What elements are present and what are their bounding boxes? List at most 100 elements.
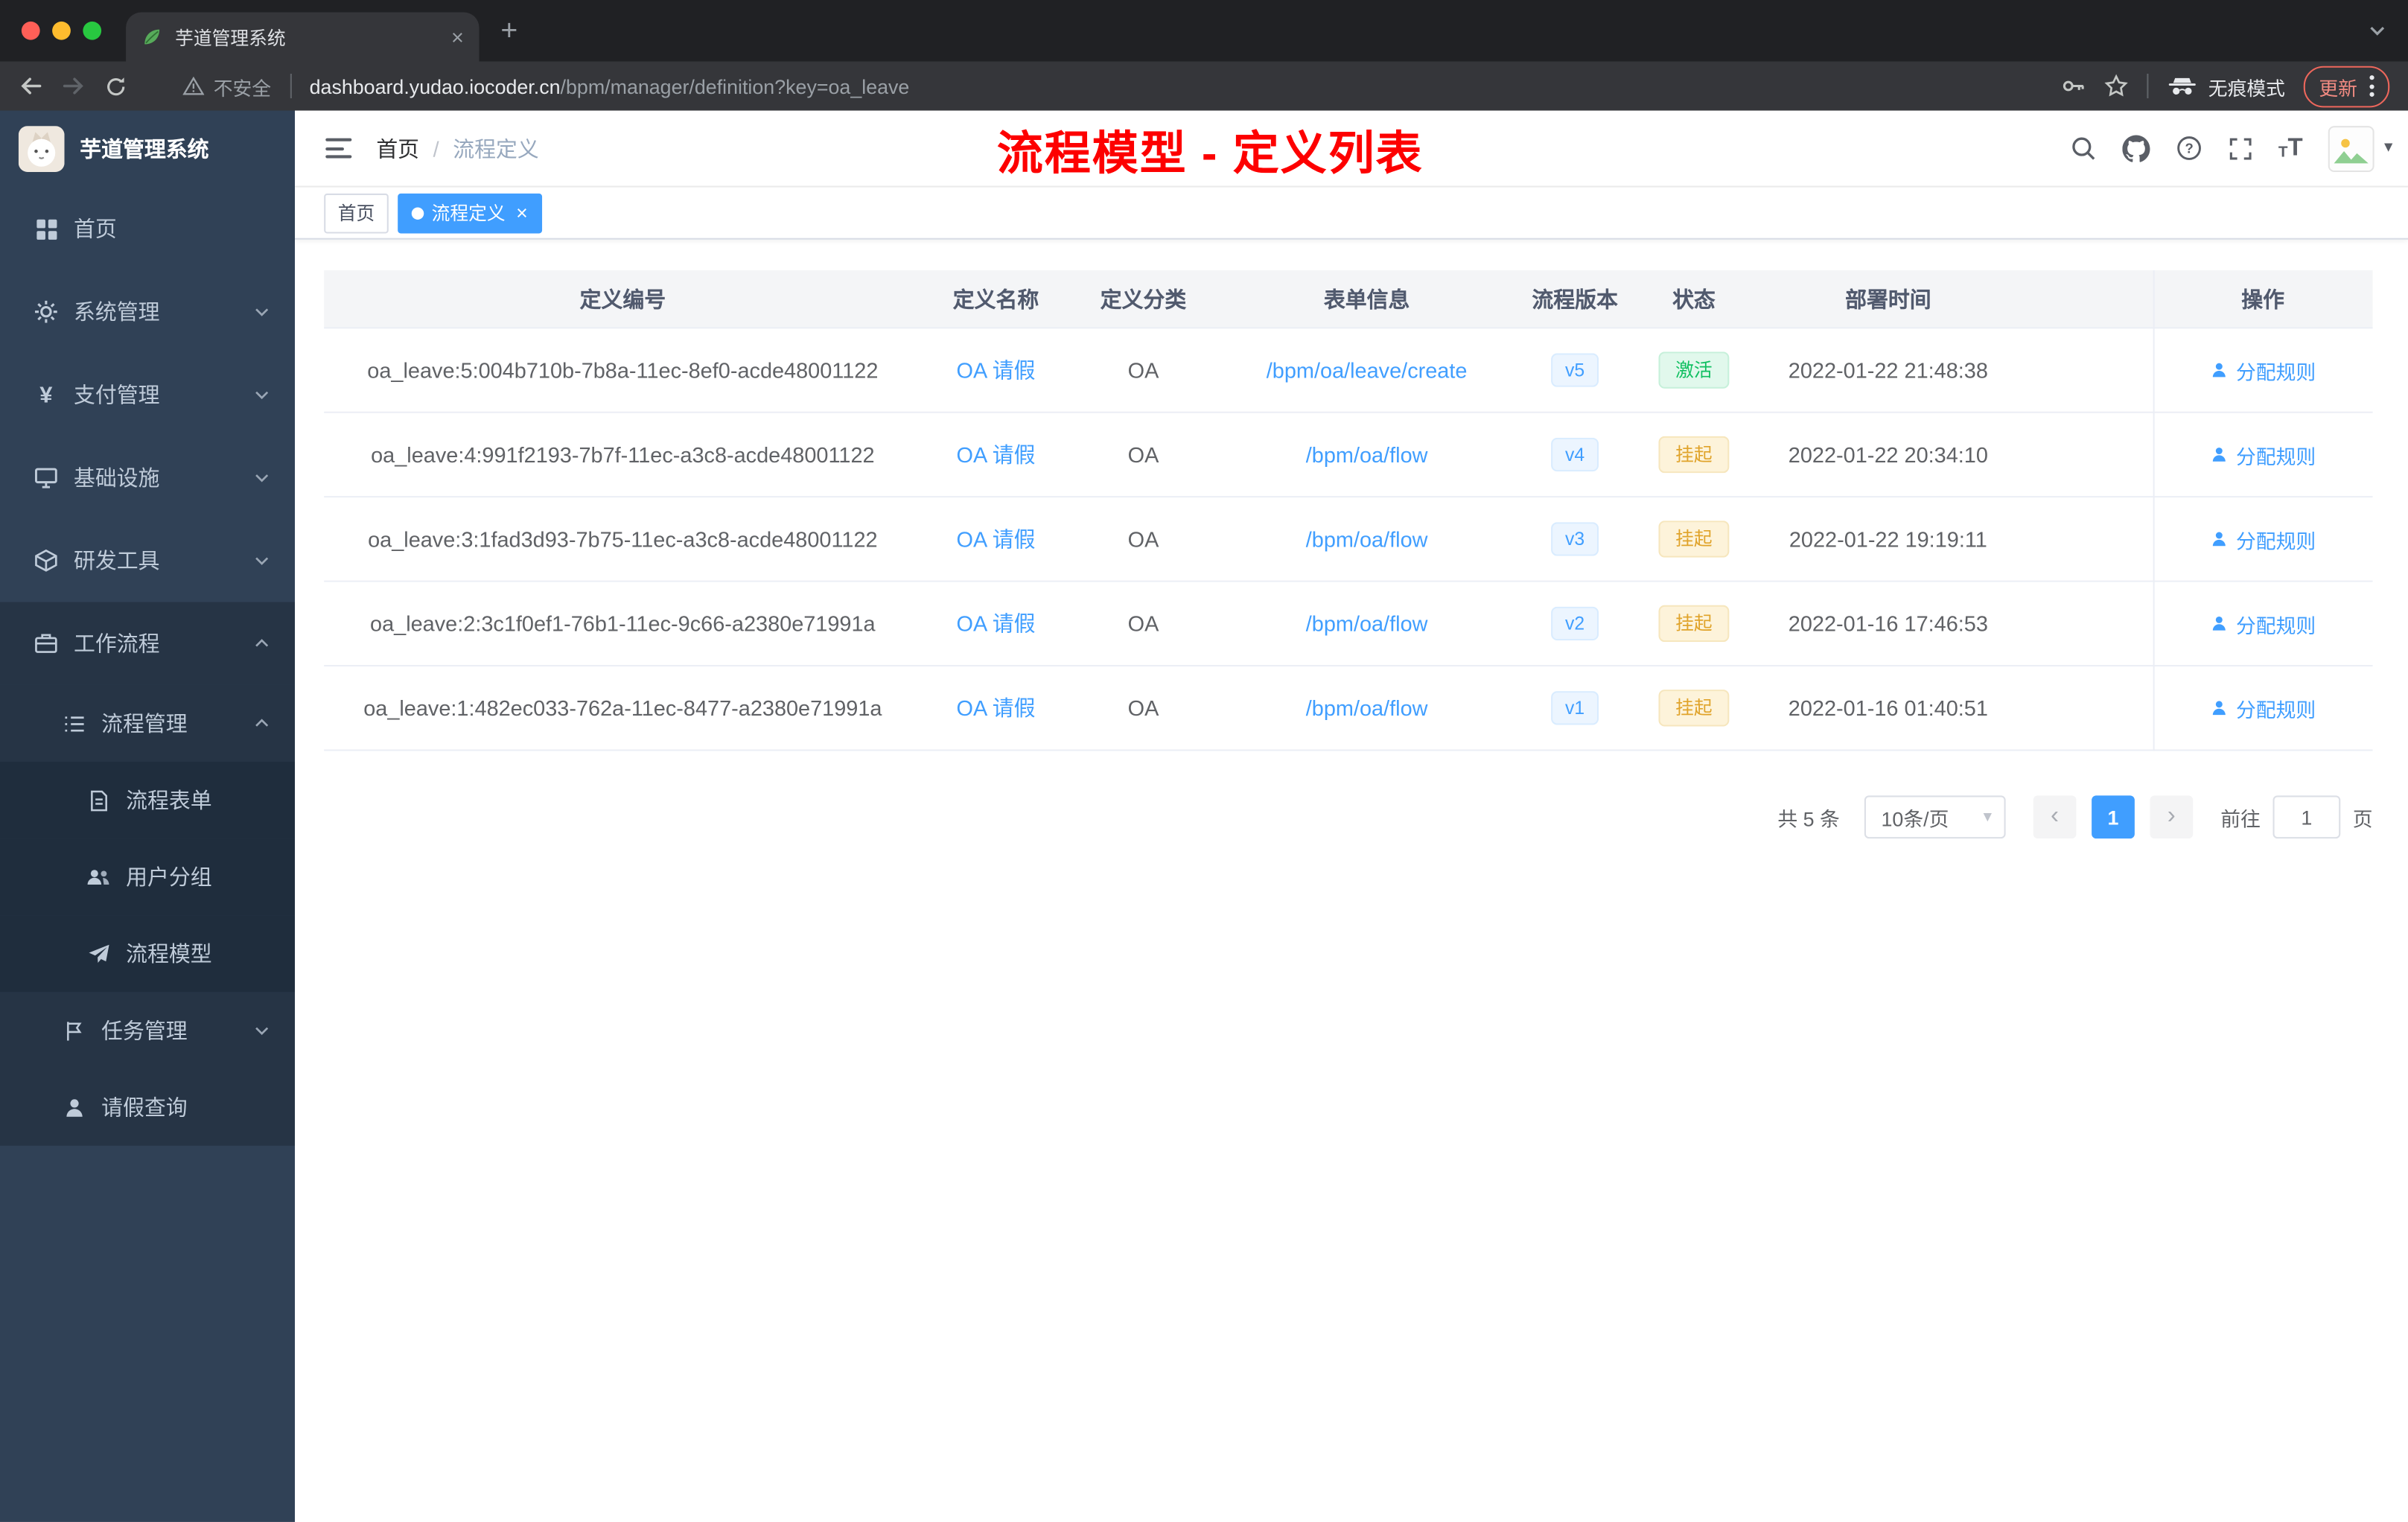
chevron-down-icon (253, 469, 270, 486)
chevron-down-icon (253, 386, 270, 404)
briefcase-icon (34, 631, 58, 656)
status-badge: 挂起 (1658, 605, 1730, 643)
tab-search-chevron-icon[interactable] (2368, 22, 2386, 40)
form-link[interactable]: /bpm/oa/flow (1306, 611, 1428, 636)
assign-rule-link[interactable]: 分配规则 (2210, 609, 2316, 638)
form-link[interactable]: /bpm/oa/leave/create (1267, 358, 1468, 383)
list-icon (62, 711, 86, 736)
fixed-column-divider (2153, 270, 2155, 751)
goto-label: 前往 (2220, 806, 2261, 830)
window-controls (21, 21, 102, 40)
definition-name-link[interactable]: OA 请假 (957, 695, 1036, 720)
browser-tab-strip: 芋道管理系统 × + (0, 0, 2408, 62)
person-icon (62, 1095, 86, 1120)
active-tag-dot (411, 206, 424, 219)
assign-rule-link[interactable]: 分配规则 (2210, 355, 2316, 384)
prev-page-button[interactable]: ‹ (2033, 795, 2077, 839)
assign-rule-link[interactable]: 分配规则 (2210, 440, 2316, 469)
current-page-button[interactable]: 1 (2092, 795, 2135, 839)
form-link[interactable]: /bpm/oa/flow (1306, 695, 1428, 720)
goto-unit: 页 (2352, 806, 2373, 830)
app-logo[interactable]: 芋道管理系统 (0, 111, 295, 188)
sidebar-item-payment[interactable]: ¥ 支付管理 (0, 353, 295, 436)
sidebar-item-task-management[interactable]: 任务管理 (0, 992, 295, 1069)
sidebar-item-workflow[interactable]: 工作流程 (0, 602, 295, 685)
tag-process-definition[interactable]: 流程定义 × (398, 192, 542, 233)
back-button[interactable] (19, 74, 43, 98)
help-icon[interactable]: ? (2176, 136, 2202, 162)
paper-plane-icon (86, 941, 111, 966)
sidebar-item-infrastructure[interactable]: 基础设施 (0, 436, 295, 519)
table-row: oa_leave:5:004b710b-7b8a-11ec-8ef0-acde4… (324, 328, 2373, 413)
sidebar-item-home[interactable]: 首页 (0, 188, 295, 270)
close-window-button[interactable] (21, 21, 40, 40)
password-key-icon[interactable] (2061, 74, 2086, 98)
definition-name-link[interactable]: OA 请假 (957, 526, 1036, 551)
new-tab-button[interactable]: + (500, 16, 517, 45)
font-size-icon[interactable]: TT (2278, 136, 2303, 161)
definition-id: oa_leave:3:1fad3d93-7b75-11ec-a3c8-acde4… (368, 526, 878, 552)
definition-name-link[interactable]: OA 请假 (957, 442, 1036, 467)
column-header: 表单信息 (1323, 286, 1410, 311)
sidebar-item-system[interactable]: 系统管理 (0, 270, 295, 353)
sidebar: 芋道管理系统 首页 系统管理 ¥ 支付管理 基础设施 研发工具 工作流程 流程管… (0, 110, 295, 1522)
version-badge: v4 (1551, 436, 1599, 472)
zoom-window-button[interactable] (83, 21, 102, 40)
header-actions: ? TT ▾ (2069, 125, 2392, 171)
incognito-label: 无痕模式 (2208, 77, 2285, 100)
deploy-time: 2022-01-22 19:19:11 (1789, 526, 1987, 552)
tab-close-icon[interactable]: × (451, 26, 464, 48)
sidebar-item-label: 用户分组 (126, 865, 212, 890)
definition-name-link[interactable]: OA 请假 (957, 611, 1036, 636)
definition-table: 定义编号 定义名称 定义分类 表单信息 流程版本 状态 部署时间 操作 oa_l… (324, 270, 2373, 751)
github-icon[interactable] (2121, 134, 2150, 162)
sidebar-item-user-group[interactable]: 用户分组 (0, 838, 295, 916)
next-page-button[interactable]: › (2150, 795, 2194, 839)
bookmark-star-icon[interactable] (2104, 74, 2129, 98)
fullscreen-icon[interactable] (2228, 136, 2252, 161)
sidebar-item-process-model[interactable]: 流程模型 (0, 915, 295, 993)
browser-update-chip[interactable]: 更新 (2303, 65, 2390, 107)
tag-close-icon[interactable]: × (516, 203, 528, 223)
sidebar-item-leave-query[interactable]: 请假查询 (0, 1069, 295, 1146)
sidebar-item-label: 首页 (74, 216, 117, 241)
page-size-select[interactable]: 10条/页 ▾ (1864, 795, 2006, 839)
address-bar[interactable]: dashboard.yudao.iocoder.cn/bpm/manager/d… (310, 74, 910, 98)
assign-rule-link[interactable]: 分配规则 (2210, 524, 2316, 553)
sidebar-item-label: 支付管理 (74, 382, 160, 407)
assign-rule-link[interactable]: 分配规则 (2210, 693, 2316, 722)
browser-tab[interactable]: 芋道管理系统 × (126, 12, 480, 62)
site-security-chip[interactable]: 不安全 (182, 71, 271, 101)
security-label: 不安全 (213, 77, 272, 100)
web-page: 芋道管理系统 首页 系统管理 ¥ 支付管理 基础设施 研发工具 工作流程 流程管… (0, 110, 2408, 1522)
browser-menu-kebab-icon[interactable] (2369, 75, 2374, 97)
sidebar-item-label: 研发工具 (74, 548, 160, 573)
version-badge: v2 (1551, 605, 1599, 641)
tag-label: 首页 (337, 203, 375, 225)
form-link[interactable]: /bpm/oa/flow (1306, 442, 1428, 467)
toolbar-divider (2147, 74, 2149, 98)
reload-button[interactable] (104, 74, 127, 98)
minimize-window-button[interactable] (52, 21, 71, 40)
sidebar-toggle-icon[interactable] (325, 138, 352, 159)
sidebar-item-process-management[interactable]: 流程管理 (0, 684, 295, 762)
user-menu[interactable]: ▾ (2328, 125, 2392, 171)
tab-title: 芋道管理系统 (175, 27, 286, 48)
definition-name-link[interactable]: OA 请假 (957, 358, 1036, 383)
monitor-icon (34, 465, 58, 490)
search-icon[interactable] (2069, 136, 2095, 162)
toolbar-divider (289, 74, 291, 98)
definition-id: oa_leave:4:991f2193-7b7f-11ec-a3c8-acde4… (371, 442, 875, 467)
dashboard-icon (34, 217, 58, 241)
sidebar-item-dev-tools[interactable]: 研发工具 (0, 519, 295, 602)
breadcrumb-home[interactable]: 首页 (376, 133, 419, 163)
person-icon (2212, 701, 2226, 716)
form-link[interactable]: /bpm/oa/flow (1306, 526, 1428, 551)
column-header: 操作 (2241, 286, 2284, 311)
sidebar-item-process-form[interactable]: 流程表单 (0, 762, 295, 839)
goto-page-input[interactable] (2272, 795, 2341, 839)
tag-home[interactable]: 首页 (324, 192, 389, 233)
sidebar-item-label: 系统管理 (74, 299, 160, 325)
tags-view-bar: 首页 流程定义 × (295, 187, 2408, 240)
forward-button[interactable] (62, 74, 86, 98)
